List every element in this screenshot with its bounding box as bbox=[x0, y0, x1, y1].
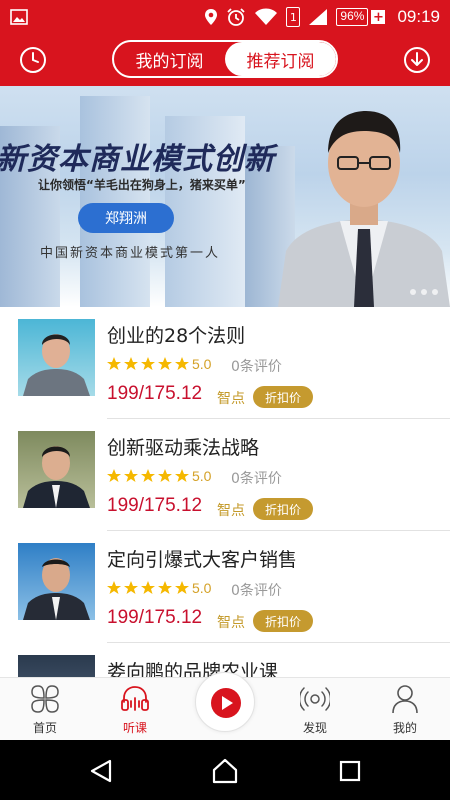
course-thumbnail bbox=[18, 431, 95, 508]
discover-icon bbox=[300, 687, 330, 711]
wifi-icon bbox=[255, 8, 278, 25]
price-unit: 智点 bbox=[217, 615, 245, 631]
star-rating bbox=[107, 581, 189, 595]
course-price: 199/175.12 bbox=[107, 383, 203, 404]
course-item[interactable]: 定向引爆式大客户销售 5.0 0条评价 199/175.12 智点 折扣价 bbox=[0, 531, 450, 643]
tab-recommended-subscriptions[interactable]: 推荐订阅 bbox=[225, 42, 336, 76]
tab-label: 听课 bbox=[122, 721, 147, 735]
price-unit: 智点 bbox=[217, 503, 245, 519]
star-rating bbox=[107, 357, 189, 371]
tab-me[interactable]: 我的 bbox=[360, 678, 450, 741]
carousel-dot bbox=[432, 289, 438, 295]
tab-home[interactable]: 首页 bbox=[0, 678, 90, 741]
tab-label: 我的 bbox=[392, 721, 417, 735]
tab-label: 发现 bbox=[302, 721, 327, 735]
play-icon bbox=[211, 688, 241, 718]
carousel-indicator bbox=[410, 289, 438, 295]
rating-value: 5.0 bbox=[192, 580, 212, 596]
user-icon bbox=[392, 685, 418, 714]
course-title: 创业的28个法则 bbox=[107, 325, 246, 347]
banner-title: 新资本商业模式创新 bbox=[0, 142, 275, 177]
course-title: 创新驱动乘法战略 bbox=[107, 437, 260, 459]
tab-discover[interactable]: 发现 bbox=[270, 678, 360, 741]
speaker-portrait bbox=[278, 111, 450, 307]
discount-badge: 折扣价 bbox=[253, 386, 313, 408]
clock: 09:19 bbox=[397, 7, 440, 26]
course-thumbnail bbox=[18, 543, 95, 620]
tab-my-subscriptions[interactable]: 我的订阅 bbox=[114, 42, 225, 76]
price-unit: 智点 bbox=[217, 391, 245, 407]
system-navigation-bar bbox=[0, 740, 450, 800]
tab-listen[interactable]: 听课 bbox=[90, 678, 180, 741]
rating-value: 5.0 bbox=[192, 468, 212, 484]
tab-label: 首页 bbox=[32, 721, 57, 735]
promo-banner[interactable]: 新资本商业模式创新 让你领悟“羊毛出在狗身上，猪来买单” 郑翔洲 中国新资本商业… bbox=[0, 86, 450, 307]
alarm-icon bbox=[227, 8, 246, 26]
banner-slogan: 中国新资本商业模式第一人 bbox=[40, 246, 221, 261]
discount-badge: 折扣价 bbox=[253, 498, 313, 520]
charging-icon: + bbox=[371, 9, 386, 25]
course-thumbnail bbox=[18, 319, 95, 396]
course-thumbnail bbox=[18, 655, 95, 677]
subscription-toggle: 我的订阅 推荐订阅 bbox=[112, 40, 338, 78]
carousel-dot bbox=[410, 289, 416, 295]
bottom-tab-bar: 首页 听课 发现 我的 bbox=[0, 672, 450, 741]
app-header: 我的订阅 推荐订阅 bbox=[0, 34, 450, 86]
rating-value: 5.0 bbox=[192, 356, 212, 372]
back-icon[interactable] bbox=[88, 758, 114, 784]
discount-badge: 折扣价 bbox=[253, 610, 313, 632]
gallery-notification-icon bbox=[10, 9, 28, 25]
review-count: 0条评价 bbox=[231, 471, 282, 487]
download-icon[interactable] bbox=[402, 45, 432, 75]
course-list: 创业的28个法则 5.0 0条评价 199/175.12 智点 折扣价 创新驱动… bbox=[0, 307, 450, 677]
banner-subtitle: 让你领悟“羊毛出在狗身上，猪来买单” bbox=[38, 178, 246, 192]
battery-indicator: 96% + bbox=[336, 8, 386, 26]
signal-icon bbox=[309, 9, 328, 25]
course-price: 199/175.12 bbox=[107, 607, 203, 628]
sim-icon: 1 bbox=[286, 7, 301, 27]
review-count: 0条评价 bbox=[231, 359, 282, 375]
speaker-name-pill: 郑翔洲 bbox=[78, 203, 174, 233]
course-title: 定向引爆式大客户销售 bbox=[107, 549, 298, 571]
location-icon bbox=[205, 9, 218, 25]
course-price: 199/175.12 bbox=[107, 495, 203, 516]
home-grid-icon bbox=[31, 685, 59, 713]
clock-icon[interactable] bbox=[18, 45, 48, 75]
battery-level: 96% bbox=[336, 8, 369, 26]
recent-apps-icon[interactable] bbox=[337, 758, 363, 784]
course-item[interactable]: 创业的28个法则 5.0 0条评价 199/175.12 智点 折扣价 bbox=[0, 307, 450, 419]
home-icon[interactable] bbox=[212, 758, 238, 784]
banner-building bbox=[80, 96, 150, 307]
star-rating bbox=[107, 469, 189, 483]
review-count: 0条评价 bbox=[231, 583, 282, 599]
headphones-icon bbox=[121, 686, 149, 711]
status-bar: 1 96% + 09:19 bbox=[0, 0, 450, 34]
course-item[interactable]: 创新驱动乘法战略 5.0 0条评价 199/175.12 智点 折扣价 bbox=[0, 419, 450, 531]
play-button[interactable] bbox=[195, 672, 255, 732]
carousel-dot bbox=[421, 289, 427, 295]
course-title: 娄向鹏的品牌农业课 bbox=[107, 661, 279, 677]
